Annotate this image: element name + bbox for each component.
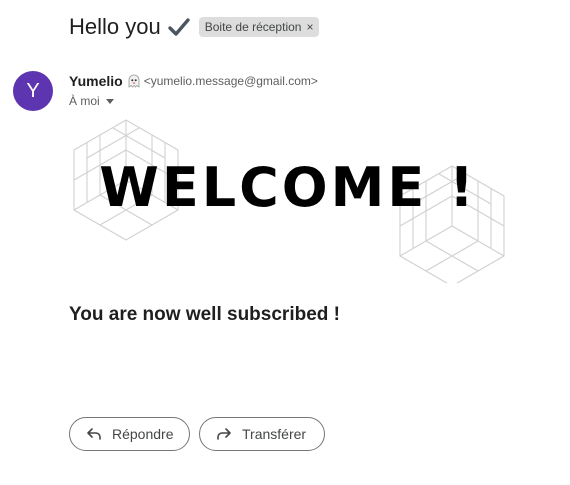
email-body-message: You are now well subscribed ! xyxy=(69,304,340,325)
inbox-label-chip[interactable]: Boite de réception × xyxy=(198,17,320,37)
reply-label: Répondre xyxy=(112,426,174,442)
sender-row: Yumelio <yumelio.message@gmail.com> xyxy=(69,73,318,89)
forward-icon xyxy=(217,428,231,440)
recipient-label: À moi xyxy=(69,94,100,108)
welcome-banner: WELCOME ! xyxy=(68,118,508,283)
inbox-label-text: Boite de réception xyxy=(204,20,302,34)
email-subject: Hello you xyxy=(69,14,161,39)
recipient-details-toggle[interactable]: À moi xyxy=(69,94,114,108)
avatar[interactable]: Y xyxy=(13,71,53,111)
check-mark-icon xyxy=(167,15,191,39)
forward-button[interactable]: Transférer xyxy=(199,417,325,451)
subject-row: Hello you Boite de réception × xyxy=(69,14,320,40)
remove-label-button[interactable]: × xyxy=(306,20,313,34)
ghost-icon xyxy=(127,74,141,88)
reply-button[interactable]: Répondre xyxy=(69,417,190,451)
sender-email: <yumelio.message@gmail.com> xyxy=(143,74,318,88)
avatar-letter: Y xyxy=(26,79,40,102)
welcome-headline: WELCOME ! xyxy=(99,156,477,219)
reply-icon xyxy=(87,428,101,440)
caret-down-icon xyxy=(105,98,114,104)
forward-label: Transférer xyxy=(242,426,307,442)
sender-name[interactable]: Yumelio xyxy=(69,73,123,89)
